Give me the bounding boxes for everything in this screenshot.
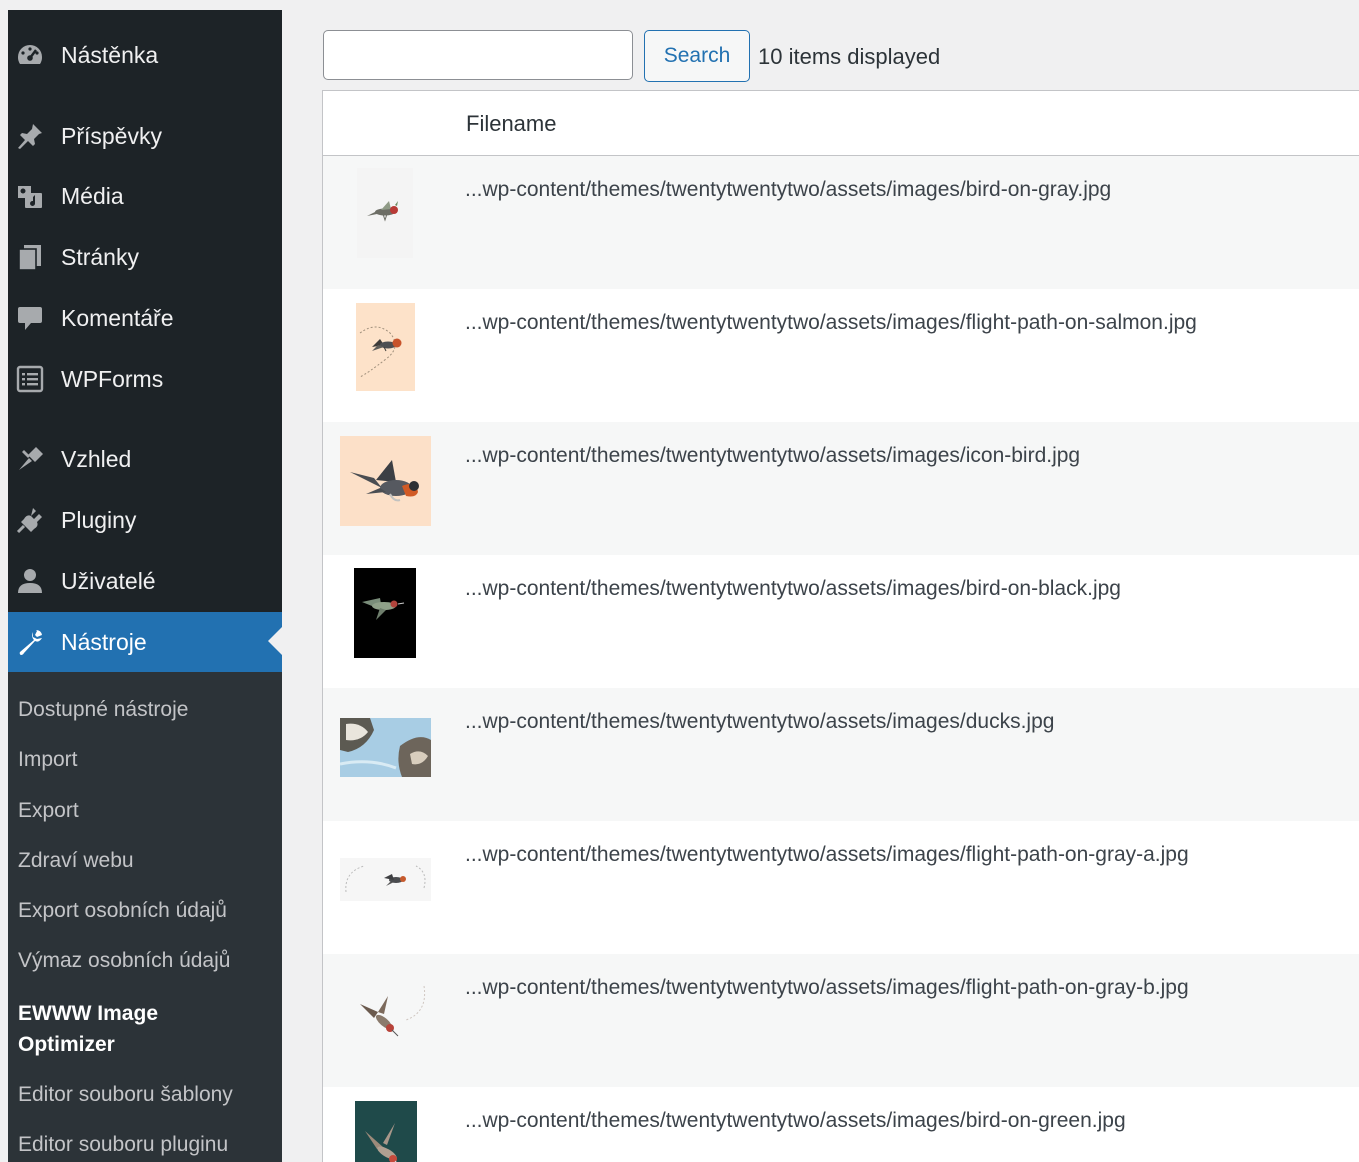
submenu-item-erase-personal-data[interactable]: Výmaz osobních údajů: [18, 946, 280, 976]
comment-icon: [8, 290, 52, 346]
appearance-icon: [8, 431, 52, 487]
items-count-text: 10 items displayed: [758, 44, 941, 69]
sidebar-item-comments[interactable]: Komentáře: [8, 290, 282, 346]
filename-text: ...wp-content/themes/twentytwentytwo/ass…: [465, 1109, 1126, 1132]
image-thumbnail-flight-path-on-salmon: [356, 303, 415, 391]
table-header: Filename: [323, 91, 1359, 156]
column-header-filename[interactable]: Filename: [466, 111, 556, 137]
sidebar-item-label: WPForms: [61, 365, 164, 392]
left-gutter: [0, 0, 8, 1162]
images-table: Filename ...wp-content/themes/twentytwen…: [322, 90, 1359, 1162]
search-button[interactable]: Search: [644, 30, 750, 82]
dashboard-icon: [8, 27, 52, 83]
media-icon: [8, 168, 52, 224]
user-icon: [8, 553, 52, 609]
sidebar-item-label: Vzhled: [61, 445, 132, 472]
sidebar-item-label: Nástroje: [61, 628, 147, 655]
table-row: ...wp-content/themes/twentytwentytwo/ass…: [323, 156, 1359, 289]
table-row: ...wp-content/themes/twentytwentytwo/ass…: [323, 688, 1359, 821]
forms-icon: [8, 351, 52, 407]
wrench-icon: [8, 612, 52, 672]
sidebar-item-label: Příspěvky: [61, 122, 162, 149]
submenu-item-export-personal-data[interactable]: Export osobních údajů: [18, 896, 280, 926]
search-input[interactable]: [323, 30, 633, 80]
table-row: ...wp-content/themes/twentytwentytwo/ass…: [323, 422, 1359, 555]
sidebar-item-label: Komentáře: [61, 304, 174, 331]
sidebar-item-tools[interactable]: Nástroje: [8, 612, 282, 672]
wp-admin-page: Nástěnka Příspěvky Média Stránky Komentá: [0, 0, 1359, 1162]
submenu-item-plugin-file-editor[interactable]: Editor souboru pluginu: [18, 1130, 280, 1160]
sidebar-item-media[interactable]: Média: [8, 168, 282, 224]
submenu-item-available-tools[interactable]: Dostupné nástroje: [18, 695, 280, 725]
image-thumbnail-flight-path-on-gray-a: [340, 858, 431, 901]
table-row: ...wp-content/themes/twentytwentytwo/ass…: [323, 1087, 1359, 1162]
plugin-icon: [8, 492, 52, 548]
sidebar-item-pages[interactable]: Stránky: [8, 229, 282, 285]
submenu-item-site-health[interactable]: Zdraví webu: [18, 846, 280, 876]
filename-text: ...wp-content/themes/twentytwentytwo/ass…: [465, 444, 1081, 467]
pin-icon: [8, 108, 52, 164]
filename-text: ...wp-content/themes/twentytwentytwo/ass…: [465, 178, 1112, 201]
sidebar-item-users[interactable]: Uživatelé: [8, 553, 282, 609]
tools-submenu: Dostupné nástroje Import Export Zdraví w…: [8, 672, 282, 1162]
sidebar-item-posts[interactable]: Příspěvky: [8, 108, 282, 164]
filename-text: ...wp-content/themes/twentytwentytwo/ass…: [465, 311, 1197, 334]
table-row: ...wp-content/themes/twentytwentytwo/ass…: [323, 954, 1359, 1087]
sidebar-item-label: Média: [61, 182, 124, 209]
table-row: ...wp-content/themes/twentytwentytwo/ass…: [323, 289, 1359, 422]
image-thumbnail-ducks: [340, 718, 431, 777]
sidebar-item-label: Pluginy: [61, 506, 137, 533]
filename-text: ...wp-content/themes/twentytwentytwo/ass…: [465, 843, 1189, 866]
submenu-item-ewww-image-optimizer[interactable]: EWWW Image Optimizer: [18, 998, 218, 1060]
image-thumbnail-bird-on-gray: [357, 168, 413, 258]
submenu-item-import[interactable]: Import: [18, 745, 280, 775]
admin-sidebar: Nástěnka Příspěvky Média Stránky Komentá: [8, 10, 282, 1162]
sidebar-item-plugins[interactable]: Pluginy: [8, 492, 282, 548]
table-row: ...wp-content/themes/twentytwentytwo/ass…: [323, 555, 1359, 688]
filename-text: ...wp-content/themes/twentytwentytwo/ass…: [465, 577, 1121, 600]
filename-text: ...wp-content/themes/twentytwentytwo/ass…: [465, 710, 1055, 733]
active-indicator-arrow: [268, 627, 282, 655]
table-row: ...wp-content/themes/twentytwentytwo/ass…: [323, 821, 1359, 954]
sidebar-item-label: Uživatelé: [61, 567, 156, 594]
submenu-item-export[interactable]: Export: [18, 796, 280, 826]
filename-text: ...wp-content/themes/twentytwentytwo/ass…: [465, 976, 1189, 999]
image-thumbnail-bird-on-black: [354, 568, 416, 658]
sidebar-item-label: Nástěnka: [61, 41, 159, 68]
sidebar-item-appearance[interactable]: Vzhled: [8, 431, 282, 487]
submenu-item-theme-file-editor[interactable]: Editor souboru šablony: [18, 1080, 280, 1110]
sidebar-item-dashboard[interactable]: Nástěnka: [8, 27, 282, 83]
sidebar-item-wpforms[interactable]: WPForms: [8, 351, 282, 407]
pages-icon: [8, 229, 52, 285]
sidebar-item-label: Stránky: [61, 243, 139, 270]
image-thumbnail-icon-bird: [340, 436, 431, 526]
image-thumbnail-flight-path-on-gray-b: [340, 968, 431, 1058]
image-thumbnail-bird-on-green: [355, 1101, 417, 1162]
